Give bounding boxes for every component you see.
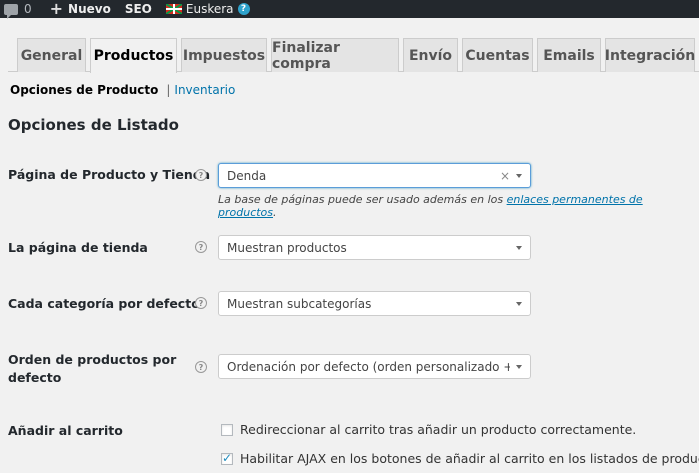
section-subnav: Opciones de Producto | Inventario [10, 83, 235, 97]
tab-emails[interactable]: Emails [537, 38, 601, 72]
tab-envio[interactable]: Envío [403, 38, 458, 72]
shop-display-select[interactable]: Muestran productos [218, 235, 531, 260]
shop-page-desc-text: La base de páginas puede ser usado ademá… [218, 193, 507, 206]
comments-menu[interactable]: 0 [0, 0, 37, 19]
help-tip-icon[interactable]: ? [195, 361, 207, 373]
subnav-separator: | [166, 83, 171, 97]
language-menu[interactable]: Euskera ? [161, 0, 255, 18]
admin-bar: 0 + Nuevo SEO Euskera ? [0, 0, 699, 19]
redirect-to-cart-text: Redireccionar al carrito tras añadir un … [240, 422, 637, 437]
seo-label: SEO [124, 2, 152, 16]
shop-page-value: Denda [227, 168, 267, 183]
chevron-down-icon [516, 364, 522, 369]
help-tip-icon[interactable]: ? [195, 241, 207, 253]
shop-display-label: La página de tienda [8, 240, 148, 255]
shop-page-desc-end: . [273, 206, 277, 219]
new-content-menu[interactable]: + Nuevo [45, 0, 116, 18]
subnav-current[interactable]: Opciones de Producto [10, 83, 158, 97]
tab-general[interactable]: General [17, 38, 86, 72]
add-to-cart-label: Añadir al carrito [8, 423, 123, 438]
default-order-select[interactable]: Ordenación por defecto (orden personaliz… [218, 354, 531, 379]
shop-display-value: Muestran productos [227, 240, 347, 255]
chevron-down-icon [516, 173, 522, 178]
category-display-value: Muestran subcategorías [227, 296, 372, 311]
tab-finalizar-compra[interactable]: Finalizar compra [271, 38, 399, 72]
chevron-down-icon [516, 245, 522, 250]
ajax-add-to-cart-text: Habilitar AJAX en los botones de añadir … [240, 451, 699, 466]
category-display-label: Cada categoría por defecto [8, 296, 200, 311]
plus-icon: + [49, 0, 64, 18]
subnav-inventario-link[interactable]: Inventario [174, 83, 235, 97]
help-tip-icon[interactable]: ? [195, 169, 207, 181]
basque-flag-icon [165, 4, 182, 14]
settings-tabs: General Productos Impuestos Finalizar co… [0, 38, 699, 73]
clear-icon[interactable]: × [500, 169, 510, 183]
seo-menu[interactable]: SEO [120, 0, 157, 18]
section-title: Opciones de Listado [8, 116, 179, 134]
tab-cuentas[interactable]: Cuentas [462, 38, 533, 72]
default-order-label-line2: defecto [8, 370, 62, 385]
shop-page-label: Página de Producto y Tienda [8, 167, 211, 182]
redirect-to-cart-option[interactable]: Redireccionar al carrito tras añadir un … [221, 422, 636, 437]
redirect-to-cart-checkbox[interactable] [221, 423, 233, 436]
comment-icon [4, 3, 18, 19]
comments-count: 0 [24, 2, 32, 16]
default-order-value: Ordenación por defecto (orden personaliz… [227, 359, 510, 374]
help-icon[interactable]: ? [237, 3, 250, 15]
ajax-add-to-cart-option[interactable]: Habilitar AJAX en los botones de añadir … [221, 451, 699, 466]
tab-integracion[interactable]: Integración [605, 38, 695, 72]
default-order-label-line1: Orden de productos por [8, 352, 177, 367]
category-display-select[interactable]: Muestran subcategorías [218, 291, 531, 316]
ajax-add-to-cart-checkbox[interactable] [221, 451, 233, 465]
tab-productos[interactable]: Productos [90, 38, 177, 73]
chevron-down-icon [516, 301, 522, 306]
default-order-label: Orden de productos por defecto [8, 351, 176, 387]
shop-page-description: La base de páginas puede ser usado ademá… [218, 193, 699, 219]
help-tip-icon[interactable]: ? [195, 297, 207, 309]
new-content-label: Nuevo [68, 2, 111, 16]
tab-impuestos[interactable]: Impuestos [181, 38, 267, 72]
shop-page-select[interactable]: Denda × [218, 163, 531, 188]
language-label: Euskera [185, 2, 234, 16]
